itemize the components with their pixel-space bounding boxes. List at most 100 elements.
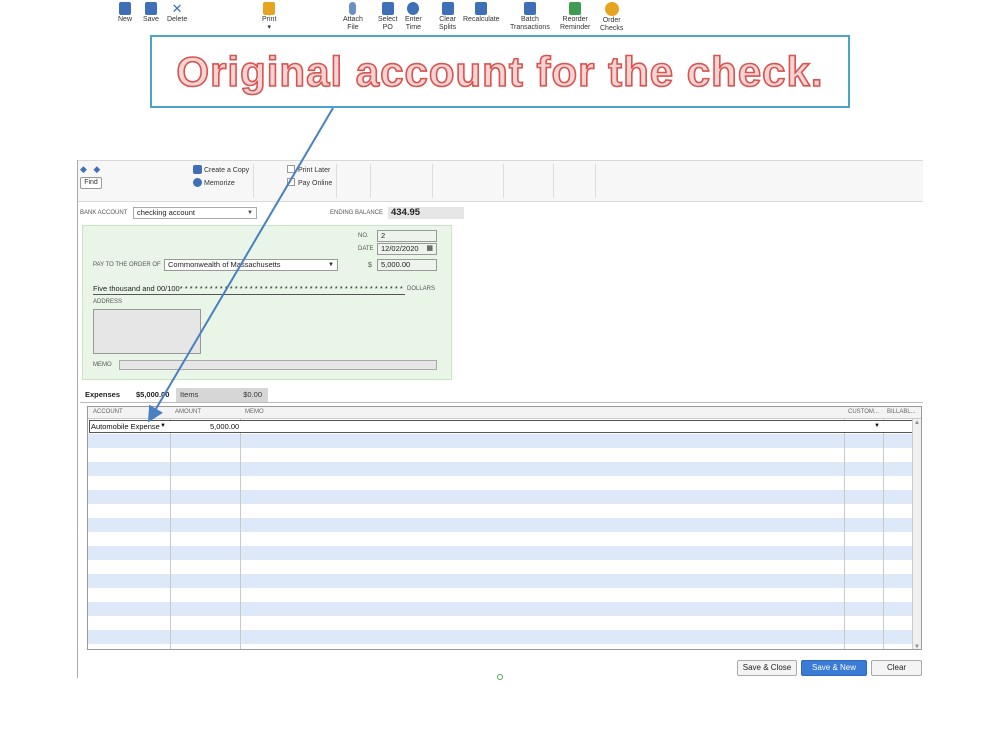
find-button[interactable]: Find [80, 177, 102, 189]
tab-divider [80, 402, 923, 403]
amount-field[interactable]: 5,000.00 [377, 259, 437, 271]
column-header-account[interactable]: ACCOUNT [93, 409, 123, 415]
table-row[interactable] [88, 574, 914, 588]
check-number-label: NO. [358, 233, 369, 239]
amount-in-words: Five thousand and 00/100* * * * * * * * … [93, 284, 405, 295]
address-field[interactable] [93, 309, 201, 354]
select-po-icon [381, 2, 394, 15]
date-field[interactable]: 12/02/2020 ▦ [377, 243, 437, 255]
create-copy-button[interactable]: Create a Copy [193, 165, 249, 174]
print-later-checkbox[interactable]: Print Later [287, 165, 330, 174]
save-icon [144, 2, 157, 15]
paperclip-icon [349, 2, 357, 15]
enter-time-button[interactable]: Enter Time [405, 2, 422, 32]
chevron-down-icon[interactable]: ▼ [160, 421, 166, 432]
table-row[interactable] [88, 630, 914, 644]
calculator-icon [475, 2, 488, 15]
expenses-total: $5,000.00 [136, 390, 170, 399]
toolbar-separator [503, 164, 504, 198]
table-row[interactable] [88, 616, 914, 630]
column-header-amount[interactable]: AMOUNT [175, 409, 201, 415]
save-close-button[interactable]: Save & Close [737, 660, 797, 676]
checkbox-icon [287, 165, 295, 173]
table-row[interactable] [88, 476, 914, 490]
column-divider [240, 419, 241, 649]
table-row[interactable] [88, 560, 914, 574]
order-checks-button[interactable]: Order Checks [600, 2, 623, 33]
payee-dropdown[interactable]: Commonwealth of Massachusetts ▼ [164, 259, 338, 271]
chevron-down-icon[interactable]: ▼ [874, 421, 880, 432]
clock-icon [407, 2, 420, 15]
scroll-up-icon[interactable]: ▲ [914, 420, 920, 426]
reorder-reminder-button[interactable]: Reorder Reminder [560, 2, 590, 32]
copy-icon [193, 165, 202, 174]
expenses-grid: ACCOUNT AMOUNT MEMO CUSTOM... BILLABL...… [87, 406, 922, 650]
account-cell[interactable]: Automobile Expense [91, 421, 160, 432]
print-button[interactable]: Print ▾ [262, 2, 276, 32]
select-po-button[interactable]: Select PO [378, 2, 397, 32]
memo-field[interactable] [119, 360, 437, 370]
callout-text: Original account for the check. [176, 47, 824, 96]
save-new-button[interactable]: Save & New [801, 660, 867, 676]
memo-label: MEMO [93, 362, 112, 368]
check-number-field[interactable]: 2 [377, 230, 437, 242]
table-row[interactable] [88, 546, 914, 560]
memorize-button[interactable]: Memorize [193, 178, 235, 187]
column-header-memo[interactable]: MEMO [245, 409, 264, 415]
toolbar-separator [553, 164, 554, 198]
column-divider [170, 419, 171, 649]
column-divider [844, 419, 845, 649]
clear-splits-icon [441, 2, 454, 15]
chevron-down-icon: ▼ [247, 210, 253, 216]
recalculate-button[interactable]: Recalculate [463, 2, 500, 24]
save-button[interactable]: Save [143, 2, 159, 24]
new-button[interactable]: New [118, 2, 132, 24]
toolbar-separator [595, 164, 596, 198]
window-left-border [77, 160, 78, 678]
pay-to-label: PAY TO THE ORDER OF [93, 262, 161, 268]
clear-splits-button[interactable]: Clear Splits [439, 2, 456, 32]
column-header-customer[interactable]: CUSTOM... [848, 409, 879, 415]
address-label: ADDRESS [93, 299, 123, 305]
amount-cell[interactable]: 5,000.00 [210, 421, 239, 432]
dollars-label: DOLLARS [407, 286, 436, 292]
table-row[interactable] [88, 448, 914, 462]
attach-file-button[interactable]: Attach File [343, 2, 363, 32]
delete-icon: ✕ [171, 1, 183, 16]
ending-balance-label: ENDING BALANCE [330, 210, 384, 216]
table-row[interactable] [88, 602, 914, 616]
delete-button[interactable]: ✕ Delete [167, 2, 187, 24]
grid-header: ACCOUNT AMOUNT MEMO CUSTOM... BILLABL... [88, 407, 921, 419]
pay-online-checkbox[interactable]: Pay Online [287, 178, 332, 187]
callout-box: Original account for the check. [150, 35, 850, 108]
table-row[interactable] [88, 588, 914, 602]
table-row[interactable] [88, 518, 914, 532]
scroll-down-icon[interactable]: ▼ [914, 644, 920, 649]
table-row[interactable] [88, 490, 914, 504]
clear-button[interactable]: Clear [871, 660, 922, 676]
memorize-icon [193, 178, 202, 187]
date-label: DATE [358, 246, 374, 252]
grid-scrollbar[interactable]: ▲ ▼ [912, 419, 921, 649]
table-row[interactable] [88, 462, 914, 476]
column-header-billable[interactable]: BILLABL... [887, 409, 916, 415]
table-row-selected[interactable]: Automobile Expense ▼ 5,000.00 ▼ [89, 420, 914, 433]
tab-items[interactable]: Items $0.00 [176, 388, 268, 402]
bank-account-label: BANK ACCOUNT [80, 210, 128, 216]
table-row[interactable] [88, 504, 914, 518]
reorder-icon [569, 2, 582, 15]
toolbar-separator [253, 164, 254, 198]
toolbar-separator [370, 164, 371, 198]
printer-icon [263, 2, 276, 15]
toolbar-separator [432, 164, 433, 198]
tab-expenses[interactable]: Expenses [85, 388, 120, 402]
bank-account-dropdown[interactable]: checking account ▼ [133, 207, 257, 219]
nav-arrows-icon[interactable]: ◆ ◆ [80, 164, 102, 175]
order-checks-icon [604, 2, 619, 16]
column-divider [883, 419, 884, 649]
batch-transactions-button[interactable]: Batch Transactions [510, 2, 550, 32]
table-row[interactable] [88, 532, 914, 546]
status-indicator [497, 674, 503, 680]
calendar-icon[interactable]: ▦ [426, 244, 433, 254]
table-row[interactable] [88, 434, 914, 448]
